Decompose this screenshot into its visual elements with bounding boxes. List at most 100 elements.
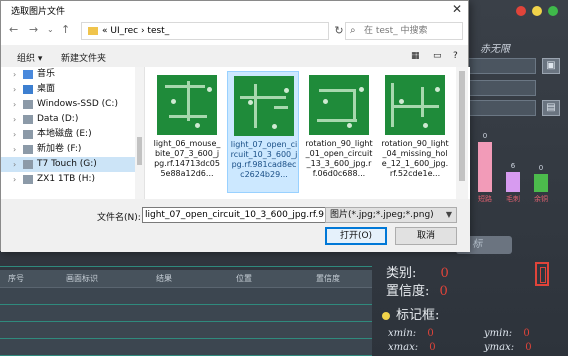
forward-icon[interactable]: → (29, 23, 38, 36)
col-index: 序号 (8, 274, 24, 283)
results-table: 序号 画面标识 结果 位置 置信度 (0, 270, 372, 356)
preview-pane-icon[interactable]: ▭ (433, 51, 442, 61)
image-icon: ▣ (546, 60, 556, 71)
search-icon: ⌕ (350, 25, 356, 36)
address-field[interactable]: « UI_rec › test_ (81, 22, 329, 40)
file-tile[interactable]: rotation_90_light_01_open_circuit_13_3_6… (303, 71, 375, 193)
organize-menu[interactable]: 组织 ▾ (17, 51, 42, 64)
nav-item[interactable]: › 音乐 (1, 67, 144, 82)
nav-item[interactable]: › 桌面 (1, 82, 144, 97)
chevron-right-icon[interactable]: › (13, 82, 16, 97)
chevron-right-icon[interactable]: › (13, 97, 16, 112)
category-value: 0 (440, 266, 449, 281)
file-name: light_06_mouse_bite_07_3_600_jpg.rf.1471… (153, 139, 221, 178)
pcb-thumbnail (309, 75, 369, 135)
chevron-right-icon[interactable]: › (13, 112, 16, 127)
ymax-readout: ymax: 0 (484, 342, 532, 353)
chevron-down-icon: ▼ (445, 210, 452, 219)
chevron-right-icon[interactable]: › (13, 142, 16, 157)
file-list-scrollbar[interactable] (456, 67, 468, 199)
confidence-row: 置信度: 0 (386, 280, 448, 299)
filename-input[interactable]: light_07_open_circuit_10_3_600_jpg.rf.9 (142, 207, 332, 223)
nav-item[interactable]: › Data (D:) (1, 112, 144, 127)
close-icon[interactable]: ✕ (452, 2, 462, 16)
dropdown-icon[interactable]: ⌄ (47, 25, 54, 34)
chart-bar (506, 171, 520, 192)
chevron-right-icon[interactable]: › (13, 172, 16, 187)
window-controls (516, 6, 558, 16)
file-tile[interactable]: light_06_mouse_bite_07_3_600_jpg.rf.1471… (151, 71, 223, 193)
chevron-right-icon[interactable]: › (13, 157, 16, 172)
ymin-value: 0 (523, 328, 530, 339)
table-row[interactable] (0, 305, 372, 322)
nav-item[interactable]: › Windows-SSD (C:) (1, 97, 144, 112)
chevron-right-icon[interactable]: › (13, 127, 16, 142)
navigation-pane: › 音乐 › 桌面 › Windows-SSD (C:) › Data (D:) › 本地磁盘 (… (1, 67, 145, 199)
view-options-icon[interactable]: ▦ (411, 51, 420, 61)
folder-icon: ▤ (546, 102, 556, 113)
filename-label: 文件名(N): (97, 213, 141, 223)
file-list: light_06_mouse_bite_07_3_600_jpg.rf.1471… (151, 71, 461, 199)
desktop-icon (23, 85, 33, 94)
nav-item[interactable]: › ZX1 1TB (H:) (1, 172, 144, 187)
nav-item-label: Data (D:) (37, 114, 79, 124)
file-type-select[interactable]: 图片(*.jpg;*.jpeg;*.png) ▼ (325, 207, 457, 223)
music-icon (23, 70, 33, 79)
xmax-value: 0 (429, 342, 436, 353)
help-icon[interactable]: ? (453, 51, 458, 61)
chart-bar-value: 6 (510, 161, 516, 170)
chart-bar-label: 余铜 (534, 195, 548, 203)
nav-item-label: 新加卷 (F:) (37, 144, 82, 154)
nav-item[interactable]: › 本地磁盘 (E:) (1, 127, 144, 142)
new-folder-button[interactable]: 新建文件夹 (61, 51, 106, 64)
table-row[interactable] (0, 339, 372, 356)
image-path-field[interactable] (468, 58, 536, 74)
dialog-title: 选取图片文件 (11, 7, 66, 17)
cancel-button[interactable]: 取消 (395, 227, 457, 245)
nav-item-label: 桌面 (37, 84, 56, 94)
minimize-dot[interactable] (532, 6, 542, 16)
marker-heading: 标记框: (382, 304, 439, 323)
up-icon[interactable]: ↑ (61, 23, 70, 36)
nav-item[interactable]: › 新加卷 (F:) (1, 142, 144, 157)
bullet-icon (382, 311, 390, 320)
table-row[interactable] (0, 288, 372, 305)
back-icon[interactable]: ← (9, 23, 18, 36)
col-position: 位置 (236, 274, 252, 283)
nav-item-label: T7 Touch (G:) (37, 159, 97, 169)
detection-preview-icon (535, 262, 549, 286)
ymax-value: 0 (525, 342, 532, 353)
file-name: rotation_90_light_04_missing_hole_12_1_6… (381, 139, 449, 178)
maximize-dot[interactable] (548, 6, 558, 16)
chevron-right-icon[interactable]: › (13, 67, 16, 82)
category-row: 类别: 0 (386, 262, 449, 281)
drive-icon (23, 175, 33, 184)
nav-item-label: 本地磁盘 (E:) (37, 129, 92, 139)
col-result: 结果 (156, 274, 172, 283)
file-tile[interactable]: light_07_open_circuit_10_3_600_jpg.rf.98… (227, 71, 299, 193)
search-input[interactable]: ⌕ 在 test_ 中搜索 (345, 22, 463, 40)
xmax-readout: xmax: 0 (388, 342, 436, 353)
close-dot[interactable] (516, 6, 526, 16)
file-name: rotation_90_light_01_open_circuit_13_3_6… (305, 139, 373, 178)
chart-bar-value: 0 (538, 164, 544, 172)
table-row[interactable] (0, 322, 372, 339)
video-path-field[interactable] (468, 80, 536, 96)
nav-item-label: ZX1 1TB (H:) (37, 174, 95, 184)
nav-item-label: Windows-SSD (C:) (37, 99, 118, 109)
nav-scrollbar[interactable] (135, 67, 144, 199)
file-tile[interactable]: rotation_90_light_04_missing_hole_12_1_6… (379, 71, 451, 193)
file-name: light_07_open_circuit_10_3_600_jpg.rf.98… (230, 140, 298, 179)
ymin-readout: ymin: 0 (484, 328, 530, 339)
camera-field[interactable] (468, 100, 536, 116)
xmin-value: 0 (427, 328, 434, 339)
folder-button[interactable]: ▤ (542, 100, 560, 116)
open-button[interactable]: 打开(O) (325, 227, 387, 245)
drive-icon (23, 160, 33, 169)
open-image-button[interactable]: ▣ (542, 58, 560, 74)
defect-bar-chart: 0 短路 6 毛刺 0 余铜 (468, 128, 560, 204)
drive-icon (23, 100, 33, 109)
dialog-footer: 文件名(N): light_07_open_circuit_10_3_600_j… (1, 199, 470, 252)
nav-item[interactable]: › T7 Touch (G:) (1, 157, 144, 172)
table-header: 序号 画面标识 结果 位置 置信度 (0, 270, 372, 288)
